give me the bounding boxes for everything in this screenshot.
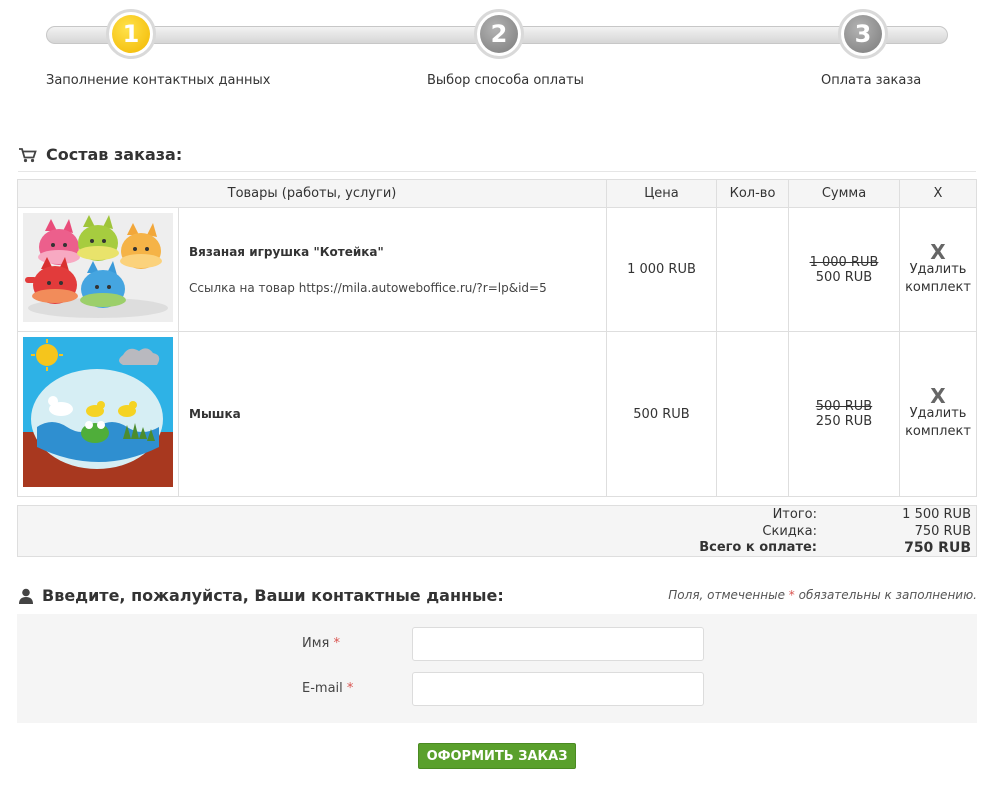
step-1-label: Заполнение контактных данных	[46, 73, 271, 88]
step-2-number: 2	[480, 15, 518, 53]
product-link[interactable]: Ссылка на товар https://mila.autoweboffi…	[189, 281, 606, 295]
subtotal-row: Итого: 1 500 RUB	[16, 507, 976, 525]
step-3-number: 3	[844, 15, 882, 53]
checkout-steps: 1 Заполнение контактных данных 2 Выбор с…	[0, 0, 998, 110]
subtotal-label: Итого:	[772, 507, 817, 522]
name-field-label: Имя *	[302, 636, 340, 651]
product-qty	[716, 331, 789, 497]
product-image-cell	[17, 207, 179, 332]
delete-set-button[interactable]: X Удалить комплект	[899, 331, 977, 497]
product-name-cell: Вязаная игрушка "Котейка" Ссылка на това…	[178, 207, 607, 332]
col-qty: Кол-во	[716, 179, 789, 208]
step-3-label: Оплата заказа	[821, 73, 922, 88]
sum-old-price: 500 RUB	[815, 399, 873, 414]
order-title-text: Состав заказа:	[46, 145, 183, 164]
step-2-indicator: 2	[474, 9, 524, 59]
user-icon	[19, 588, 33, 604]
required-note-after: обязательны к заполнению.	[798, 588, 977, 602]
contact-title-text: Введите, пожалуйста, Ваши контактные дан…	[42, 586, 504, 605]
col-delete: X	[899, 179, 977, 208]
name-label-text: Имя	[302, 636, 330, 651]
sum-new-price: 250 RUB	[815, 414, 873, 429]
product-image-cell	[17, 331, 179, 497]
contact-form: Имя * E-mail *	[17, 614, 977, 723]
product-price: 500 RUB	[606, 331, 717, 497]
required-note-before: Поля, отмеченные	[668, 588, 785, 602]
product-qty	[716, 207, 789, 332]
subtotal-value: 1 500 RUB	[902, 507, 971, 522]
step-1-number: 1	[112, 15, 150, 53]
step-1-indicator: 1	[106, 9, 156, 59]
order-totals: Итого: 1 500 RUB Скидка: 750 RUB Всего к…	[17, 505, 977, 557]
email-field-label: E-mail *	[302, 681, 353, 696]
delete-set-label[interactable]: Удалить комплект	[905, 406, 971, 439]
required-star: *	[333, 636, 341, 651]
total-label: Всего к оплате:	[699, 540, 817, 555]
contact-section-title: Введите, пожалуйста, Ваши контактные дан…	[18, 586, 504, 605]
step-3-indicator: 3	[838, 9, 888, 59]
order-section-title: Состав заказа:	[18, 145, 182, 164]
cart-icon	[19, 147, 37, 162]
close-icon[interactable]: X	[900, 242, 976, 262]
product-image-toy-cats[interactable]	[23, 213, 173, 322]
col-price: Цена	[606, 179, 717, 208]
total-value: 750 RUB	[904, 540, 971, 556]
required-fields-note: Поля, отмеченные * обязательны к заполне…	[668, 588, 977, 602]
name-input[interactable]	[412, 627, 704, 661]
discount-value: 750 RUB	[914, 524, 971, 539]
total-row: Всего к оплате: 750 RUB	[16, 540, 976, 558]
order-divider	[18, 171, 976, 172]
delete-set-button[interactable]: X Удалить комплект	[899, 207, 977, 332]
discount-label: Скидка:	[762, 524, 817, 539]
product-price: 1 000 RUB	[606, 207, 717, 332]
table-row: Мышка 500 RUB 500 RUB 250 RUB X Удалить …	[17, 331, 977, 497]
product-name: Вязаная игрушка "Котейка"	[189, 244, 384, 259]
product-image-mouse-mat[interactable]	[23, 337, 173, 487]
close-icon[interactable]: X	[900, 386, 976, 406]
table-row: Вязаная игрушка "Котейка" Ссылка на това…	[17, 207, 977, 332]
product-sum-cell: 1 000 RUB 500 RUB	[788, 207, 900, 332]
product-sum-cell: 500 RUB 250 RUB	[788, 331, 900, 497]
col-product: Товары (работы, услуги)	[17, 179, 607, 208]
place-order-button[interactable]: ОФОРМИТЬ ЗАКАЗ	[418, 743, 576, 769]
delete-set-label[interactable]: Удалить комплект	[905, 262, 971, 295]
required-star: *	[788, 588, 795, 602]
sum-old-price: 1 000 RUB	[809, 254, 879, 270]
product-name: Мышка	[189, 407, 241, 421]
sum-new-price: 500 RUB	[815, 269, 873, 285]
order-table: Товары (работы, услуги) Цена Кол-во Сумм…	[17, 179, 977, 497]
required-star: *	[346, 681, 354, 696]
col-sum: Сумма	[788, 179, 900, 208]
email-input[interactable]	[412, 672, 704, 706]
email-label-text: E-mail	[302, 681, 343, 696]
table-header-row: Товары (работы, услуги) Цена Кол-во Сумм…	[17, 179, 977, 208]
step-2-label: Выбор способа оплаты	[427, 73, 584, 88]
product-name-cell: Мышка	[178, 331, 607, 497]
